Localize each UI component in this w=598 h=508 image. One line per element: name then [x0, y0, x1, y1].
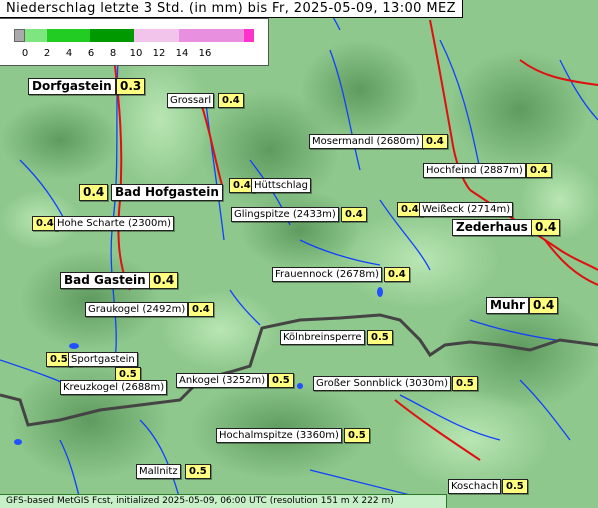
precip-value-dorfgastein: 0.3	[116, 78, 146, 95]
forecast-footer: GFS-based MetGIS Fcst, initialized 2025-…	[0, 494, 447, 508]
precip-value-ankogel: 0.5	[268, 373, 294, 388]
place-label-mosermandl[interactable]: Mosermandl (2680m)	[309, 134, 423, 149]
precip-value-glingspitze: 0.4	[341, 207, 367, 222]
place-label-koelnbreinsperre[interactable]: Kölnbreinsperre	[280, 330, 365, 345]
legend-tick: 10	[129, 48, 143, 59]
precip-value-graukogel: 0.4	[188, 302, 214, 317]
legend-tick: 14	[175, 48, 189, 59]
place-label-weisseck[interactable]: Weißeck (2714m)	[419, 202, 514, 217]
precip-value-hochfeind: 0.4	[526, 163, 552, 178]
precip-value-mallnitz: 0.5	[185, 464, 211, 479]
precip-value-frauennock: 0.4	[384, 267, 410, 282]
legend-mid-swatch	[47, 29, 90, 42]
place-label-hochfeind[interactable]: Hochfeind (2887m)	[423, 163, 526, 178]
legend-tick: 6	[87, 48, 95, 59]
legend-pink-light-swatch	[134, 29, 179, 42]
place-label-sportgastein[interactable]: Sportgastein	[68, 352, 138, 367]
legend-tick: 16	[198, 48, 212, 59]
place-label-bad-hofgastein[interactable]: Bad Hofgastein	[111, 184, 223, 201]
legend-tick: 8	[109, 48, 117, 59]
legend-tick: 4	[65, 48, 73, 59]
precip-value-hochalmspitze: 0.5	[344, 428, 370, 443]
precipitation-map: Niederschlag letzte 3 Std. (in mm) bis F…	[0, 0, 598, 508]
precip-value-mosermandl: 0.4	[422, 134, 448, 149]
precip-value-bad-hofgastein: 0.4	[79, 184, 109, 201]
precip-value-koelnbreinsperre: 0.5	[367, 330, 393, 345]
map-title: Niederschlag letzte 3 Std. (in mm) bis F…	[0, 0, 463, 18]
place-label-zederhaus[interactable]: Zederhaus	[452, 219, 532, 236]
legend-zero-swatch	[14, 29, 25, 42]
legend-tick: 0	[21, 48, 29, 59]
place-label-hohe-scharte[interactable]: Hohe Scharte (2300m)	[54, 216, 174, 231]
legend-magenta-swatch	[244, 29, 254, 42]
place-label-kreuzkogel[interactable]: Kreuzkogel (2688m)	[60, 380, 168, 395]
precip-value-zederhaus: 0.4	[531, 219, 561, 236]
place-label-huettschlag[interactable]: Hüttschlag	[251, 178, 311, 193]
legend-pink-mid-swatch	[179, 29, 244, 42]
place-label-bad-gastein[interactable]: Bad Gastein	[60, 272, 150, 289]
legend-tick: 12	[152, 48, 166, 59]
place-label-hochalmspitze[interactable]: Hochalmspitze (3360m)	[216, 428, 342, 443]
place-label-grosser-sonnblick[interactable]: Großer Sonnblick (3030m)	[313, 376, 452, 391]
place-label-koschach[interactable]: Koschach	[448, 479, 502, 494]
precip-value-koschach: 0.5	[502, 479, 528, 494]
precip-value-grosser-sonnblick: 0.5	[452, 376, 478, 391]
legend-light-swatch	[25, 29, 47, 42]
precip-value-muhr: 0.4	[529, 297, 559, 314]
place-label-muhr[interactable]: Muhr	[486, 297, 529, 314]
place-label-glingspitze[interactable]: Glingspitze (2433m)	[231, 207, 339, 222]
legend-tick: 2	[43, 48, 51, 59]
place-label-grossarl[interactable]: Grossarl	[167, 93, 215, 108]
precipitation-legend: 0 2 4 6 8 10 12 14 16	[0, 18, 269, 66]
place-label-dorfgastein[interactable]: Dorfgastein	[28, 78, 116, 95]
place-label-mallnitz[interactable]: Mallnitz	[136, 464, 181, 479]
place-label-ankogel[interactable]: Ankogel (3252m)	[176, 373, 269, 388]
precip-value-grossarl: 0.4	[218, 93, 244, 108]
place-label-graukogel[interactable]: Graukogel (2492m)	[85, 302, 189, 317]
precip-value-bad-gastein: 0.4	[149, 272, 179, 289]
place-label-frauennock[interactable]: Frauennock (2678m)	[272, 267, 383, 282]
legend-heavy-swatch	[90, 29, 134, 42]
